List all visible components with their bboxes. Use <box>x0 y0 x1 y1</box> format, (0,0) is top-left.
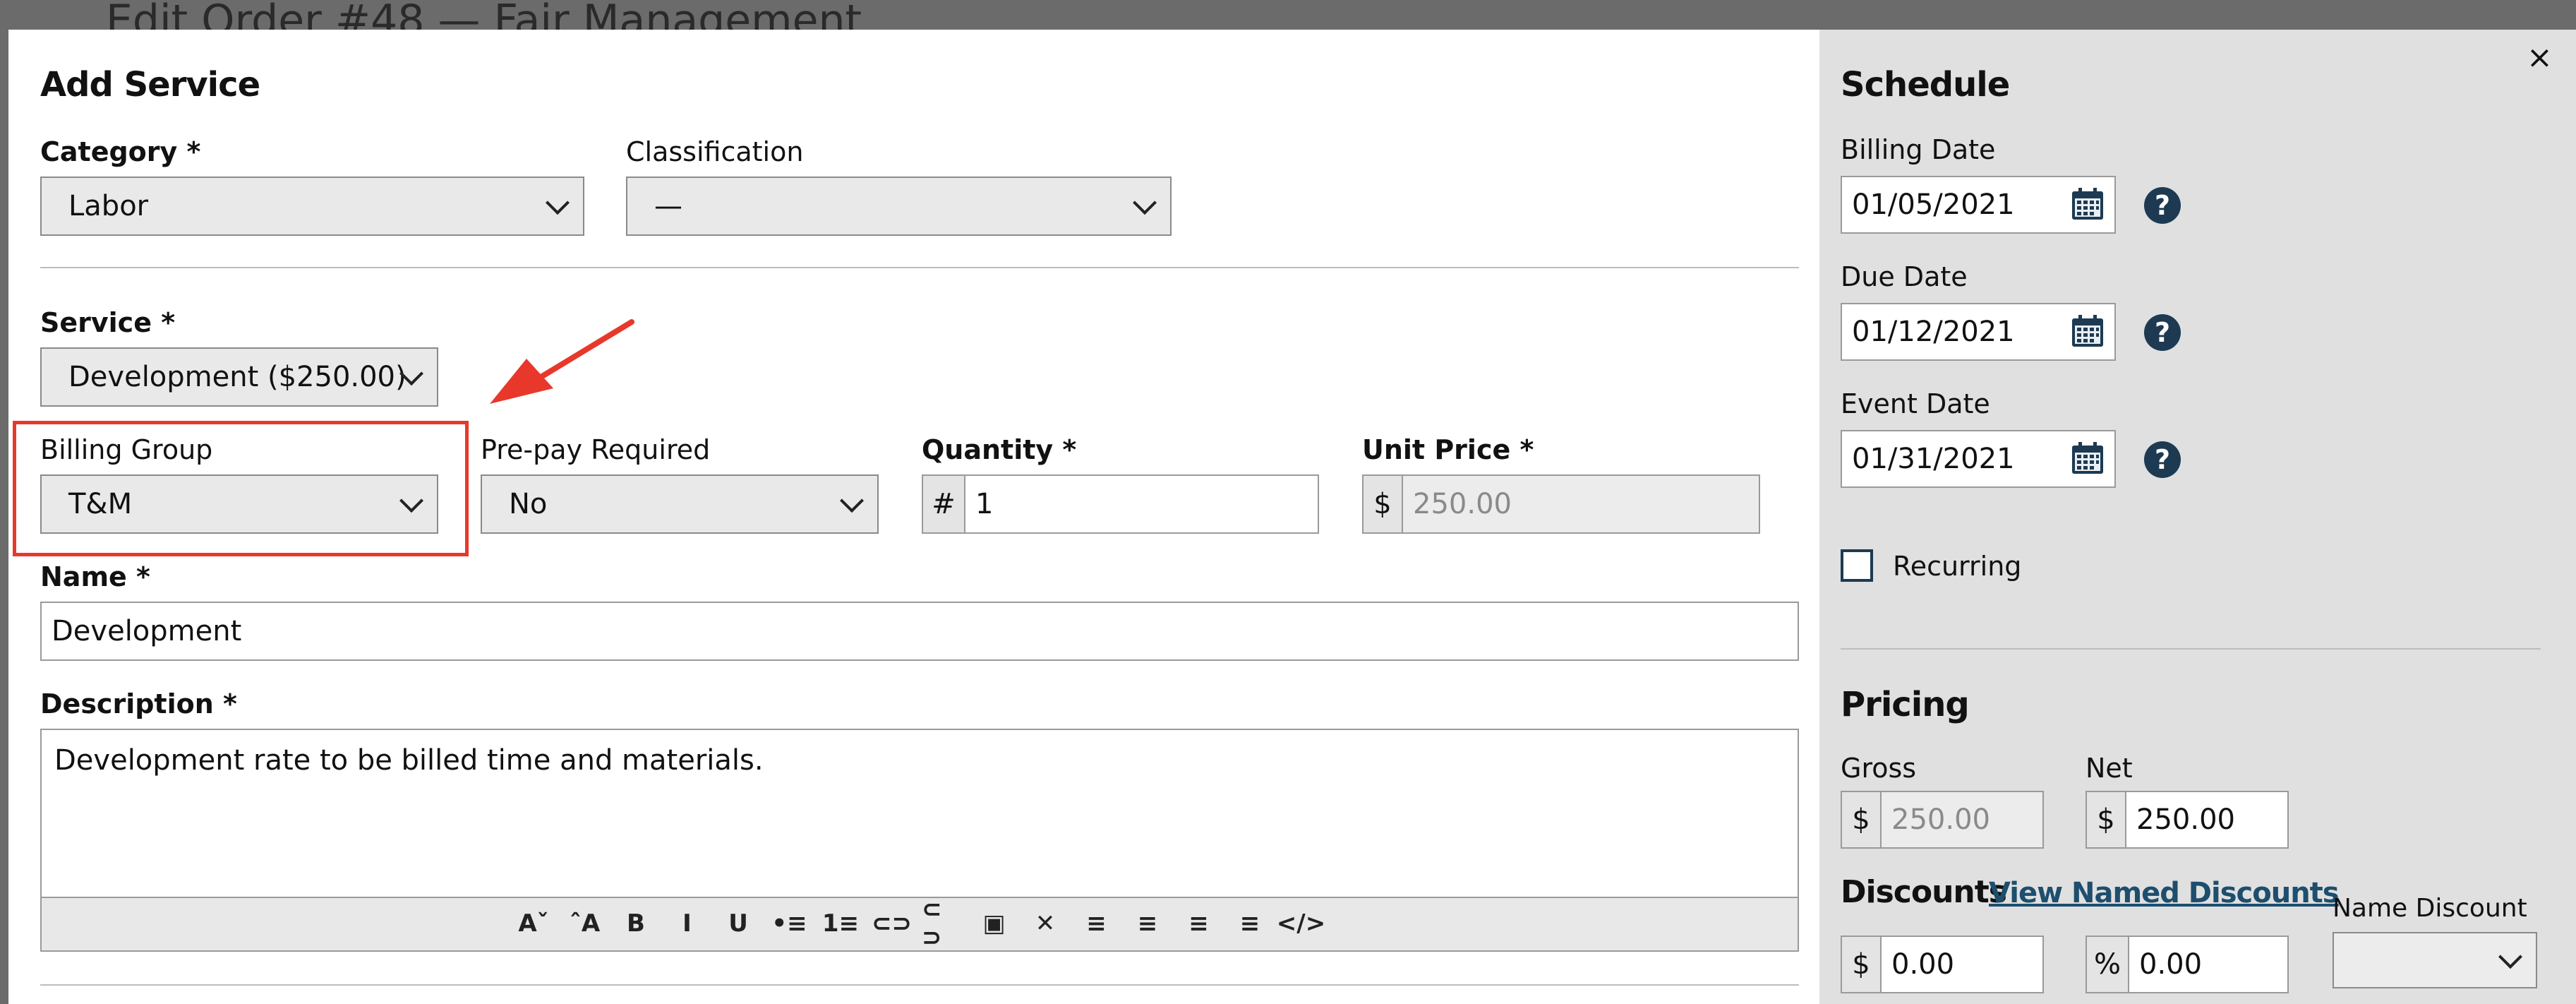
name-input[interactable]: Development <box>40 602 1799 661</box>
align-right-icon[interactable]: ≡ <box>1178 908 1220 939</box>
billing-group-select[interactable]: T&M <box>40 474 438 534</box>
align-center-icon[interactable]: ≡ <box>1126 908 1169 939</box>
unit-price-input: 250.00 <box>1402 474 1760 534</box>
service-label: Service * <box>40 307 176 338</box>
help-icon[interactable]: ? <box>2144 187 2181 224</box>
discount-percent-input[interactable]: 0.00 <box>2128 936 2289 993</box>
classification-select[interactable]: — <box>626 177 1172 236</box>
close-icon[interactable]: × <box>2527 40 2553 76</box>
description-value: Development rate to be billed time and m… <box>54 744 764 777</box>
bold-icon[interactable]: B <box>615 908 657 939</box>
due-date-label: Due Date <box>1841 261 1968 292</box>
name-discount-label: Name Discount <box>2333 894 2527 923</box>
code-icon[interactable]: </> <box>1277 908 1325 939</box>
unlink-icon[interactable]: ⊂ ⊃ <box>922 895 964 952</box>
prepay-label: Pre-pay Required <box>481 434 711 465</box>
font-size-increase-icon[interactable]: ˆA <box>564 908 606 939</box>
gross-input: 250.00 <box>1880 791 2044 849</box>
gross-prefix: $ <box>1841 791 1882 849</box>
billing-group-value: T&M <box>68 488 133 520</box>
classification-label: Classification <box>626 136 804 167</box>
unit-price-prefix: $ <box>1362 474 1403 534</box>
gross-label: Gross <box>1841 753 1917 784</box>
discount-amount-prefix: $ <box>1841 936 1882 993</box>
category-select[interactable]: Labor <box>40 177 584 236</box>
numbered-list-icon[interactable]: 1≡ <box>819 908 862 939</box>
bullet-list-icon[interactable]: •≡ <box>769 908 811 939</box>
chevron-down-icon <box>1133 191 1157 215</box>
billing-group-label: Billing Group <box>40 434 213 465</box>
help-icon[interactable]: ? <box>2144 314 2181 351</box>
net-label: Net <box>2086 753 2133 784</box>
help-icon[interactable]: ? <box>2144 441 2181 478</box>
clear-format-icon[interactable]: ✕ <box>1024 908 1066 939</box>
quantity-label: Quantity * <box>922 434 1077 465</box>
calendar-icon[interactable] <box>2071 441 2105 475</box>
modal-title: Add Service <box>40 65 260 104</box>
schedule-title: Schedule <box>1841 65 2010 104</box>
chevron-down-icon <box>546 191 570 215</box>
classification-value: — <box>654 190 682 222</box>
category-label: Category * <box>40 136 201 167</box>
name-discount-select[interactable] <box>2333 932 2537 988</box>
billing-date-label: Billing Date <box>1841 134 1996 165</box>
divider <box>40 984 1799 986</box>
category-value: Labor <box>68 190 149 222</box>
calendar-icon[interactable] <box>2071 187 2105 221</box>
quantity-value: 1 <box>975 488 994 520</box>
unit-price-value: 250.00 <box>1413 488 1512 520</box>
name-value: Development <box>52 615 242 647</box>
net-input[interactable]: 250.00 <box>2125 791 2289 849</box>
pricing-title: Pricing <box>1841 685 1970 724</box>
discount-percent-value: 0.00 <box>2139 948 2203 981</box>
net-value: 250.00 <box>2136 803 2235 836</box>
service-value: Development ($250.00) <box>68 361 407 393</box>
net-prefix: $ <box>2086 791 2126 849</box>
view-named-discounts-link[interactable]: View Named Discounts <box>1989 877 2340 909</box>
discount-amount-value: 0.00 <box>1891 948 1955 981</box>
gross-value: 250.00 <box>1891 803 1990 836</box>
description-editor[interactable]: Development rate to be billed time and m… <box>40 729 1799 898</box>
name-label: Name * <box>40 561 150 592</box>
calendar-icon[interactable] <box>2071 314 2105 348</box>
editor-toolbar <box>40 897 1799 952</box>
align-justify-icon[interactable]: ≡ <box>1229 908 1271 939</box>
chevron-down-icon <box>840 489 864 513</box>
prepay-value: No <box>509 488 548 520</box>
annotation-arrow-icon <box>490 319 634 404</box>
quantity-input[interactable]: 1 <box>964 474 1319 534</box>
service-select[interactable]: Development ($250.00) <box>40 347 438 407</box>
align-left-icon[interactable]: ≡ <box>1076 908 1118 939</box>
discounts-title: Discounts <box>1841 874 2007 910</box>
font-size-decrease-icon[interactable]: Aˇ <box>512 908 555 939</box>
unit-price-label: Unit Price * <box>1362 434 1534 465</box>
link-icon[interactable]: ⊂⊃ <box>871 908 913 939</box>
discount-amount-input[interactable]: 0.00 <box>1880 936 2044 993</box>
underline-icon[interactable]: U <box>717 908 759 939</box>
event-date-value: 01/31/2021 <box>1852 443 2015 475</box>
recurring-checkbox[interactable] <box>1841 549 1873 582</box>
divider <box>40 267 1799 268</box>
billing-date-value: 01/05/2021 <box>1852 189 2015 221</box>
divider <box>1841 648 2541 650</box>
prepay-select[interactable]: No <box>481 474 879 534</box>
event-date-label: Event Date <box>1841 388 1990 419</box>
chevron-down-icon <box>399 489 423 513</box>
due-date-value: 01/12/2021 <box>1852 316 2015 348</box>
recurring-label: Recurring <box>1893 551 2022 582</box>
italic-icon[interactable]: I <box>666 908 709 939</box>
discount-percent-prefix: % <box>2086 936 2129 993</box>
description-label: Description * <box>40 688 237 719</box>
quantity-prefix: # <box>922 474 965 534</box>
image-icon[interactable]: ▣ <box>973 908 1016 939</box>
chevron-down-icon <box>2498 945 2522 969</box>
